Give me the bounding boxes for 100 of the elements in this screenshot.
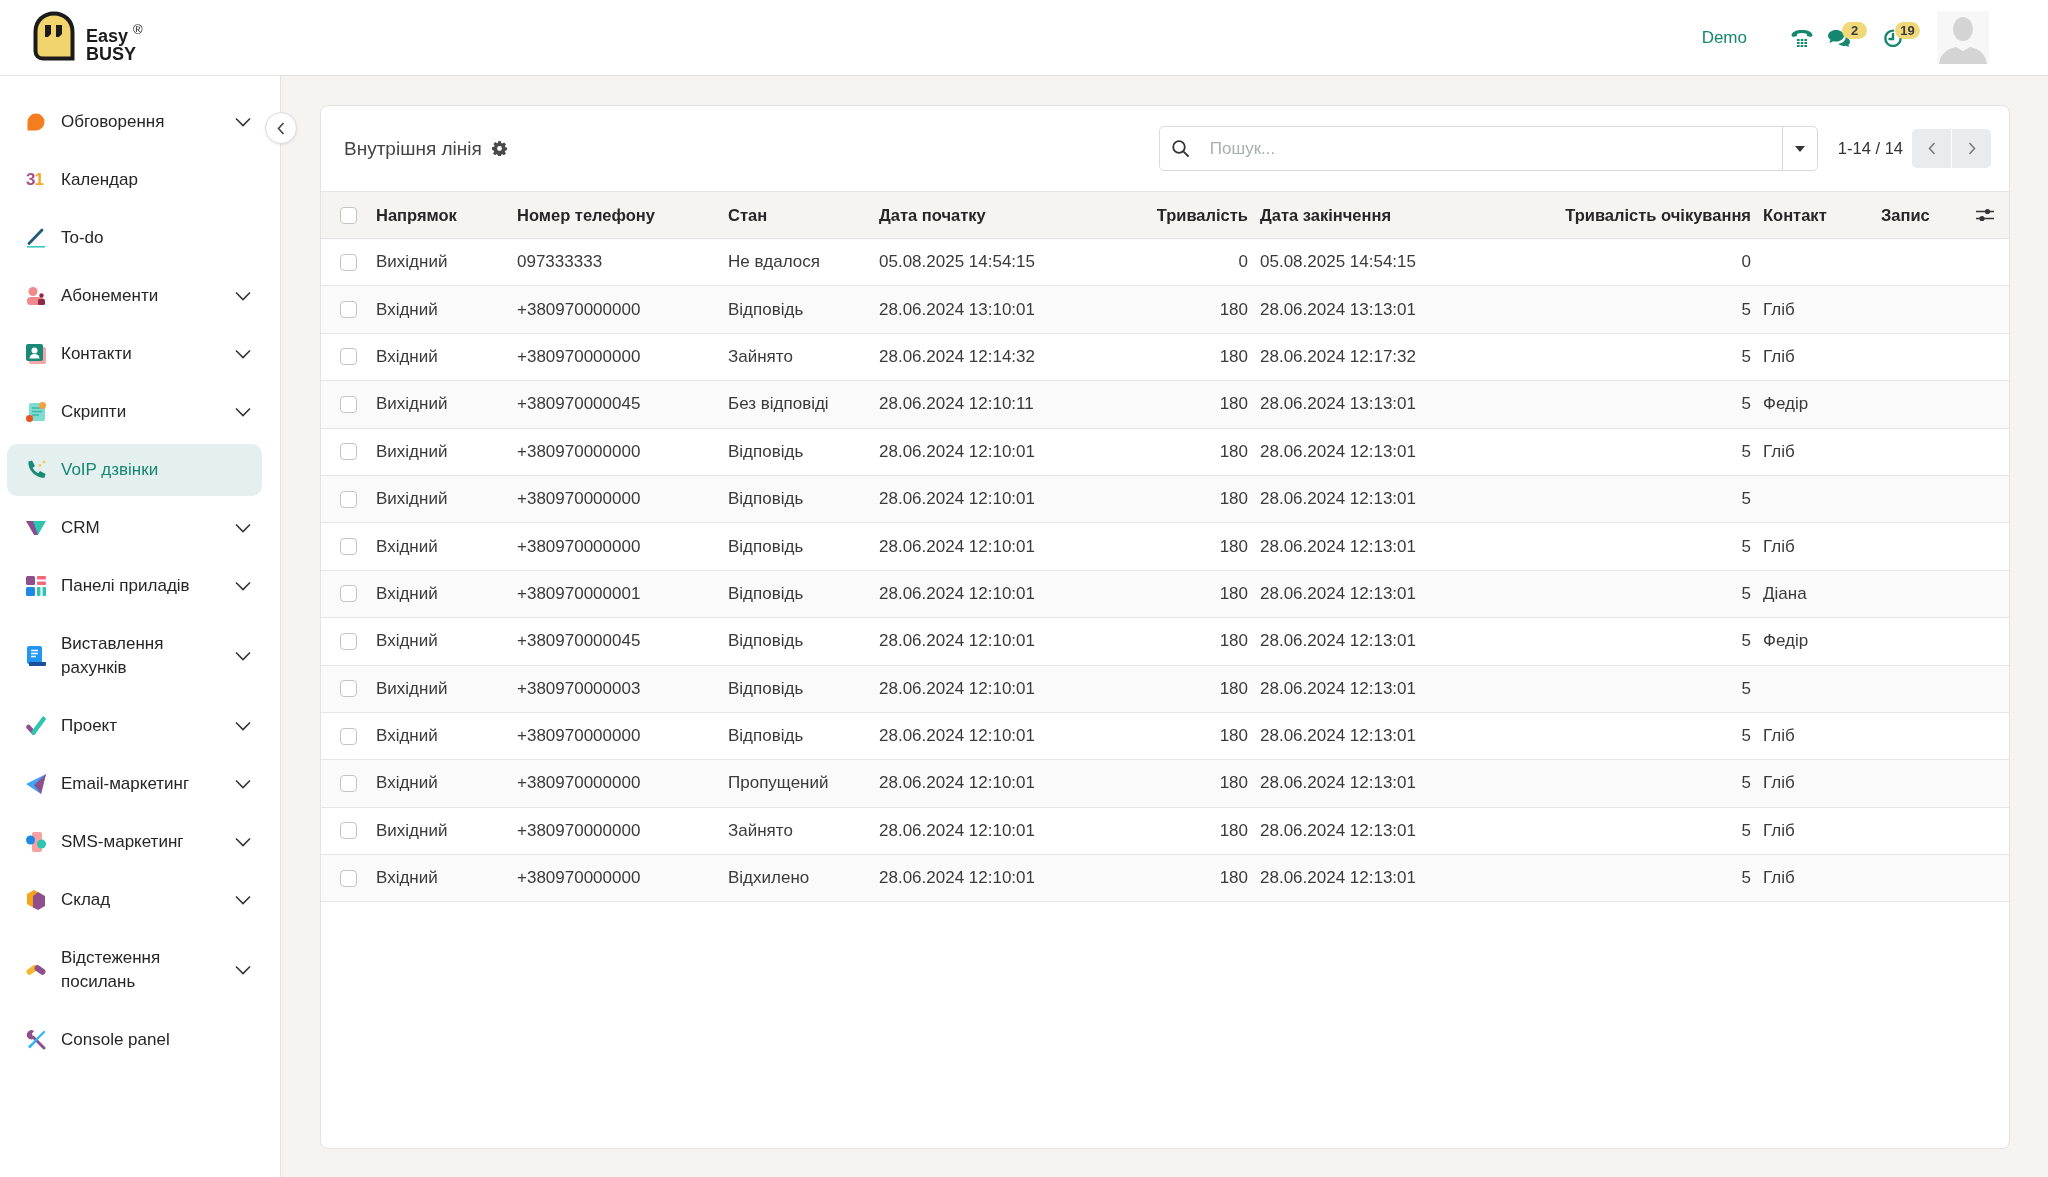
- table-cell: 5: [1537, 285, 1757, 334]
- table-cell: 28.06.2024 12:13:01: [1254, 665, 1537, 713]
- table-cell: 5: [1537, 380, 1757, 429]
- table-cell: 5: [1537, 807, 1757, 855]
- table-cell: +380970000000: [511, 522, 722, 571]
- table-cell: Відповідь: [722, 428, 873, 476]
- sidebar-item[interactable]: Email-маркетинг: [7, 758, 262, 810]
- sidebar-item[interactable]: VoIP дзвінки: [7, 444, 262, 496]
- row-checkbox[interactable]: [340, 443, 357, 461]
- table-cell: Відхилено: [722, 854, 873, 902]
- notification-count: 2: [1842, 21, 1867, 39]
- row-checkbox[interactable]: [340, 680, 357, 698]
- table-cell: 180: [1140, 428, 1254, 476]
- sidebar-item[interactable]: Склад: [7, 874, 262, 926]
- row-checkbox[interactable]: [340, 395, 357, 413]
- chevron-down-icon: [235, 895, 251, 905]
- table-cell: Вихідний: [370, 428, 511, 476]
- column-header: Дата закінчення: [1254, 191, 1537, 239]
- row-checkbox[interactable]: [340, 822, 357, 840]
- table-cell: 28.06.2024 12:10:01: [873, 807, 1140, 855]
- sidebar-item[interactable]: Абонементи: [7, 270, 262, 322]
- table-cell: 28.06.2024 12:10:01: [873, 522, 1140, 571]
- row-checkbox[interactable]: [340, 348, 357, 366]
- row-checkbox[interactable]: [340, 775, 357, 792]
- collapse-sidebar-button[interactable]: [265, 112, 297, 144]
- table-cell: 28.06.2024 12:13:01: [1254, 570, 1537, 618]
- row-checkbox[interactable]: [340, 538, 357, 556]
- row-checkbox[interactable]: [340, 727, 357, 745]
- avatar-icon[interactable]: [1937, 11, 1989, 64]
- search-field[interactable]: Пошук...: [1158, 126, 1818, 171]
- select-all-checkbox[interactable]: [340, 206, 357, 224]
- previous-page-button[interactable]: [1912, 129, 1951, 168]
- desk-phone-icon[interactable]: [1791, 28, 1813, 47]
- row-checkbox[interactable]: [340, 585, 357, 603]
- sidebar-item[interactable]: Виставлення рахунків: [7, 618, 262, 694]
- sidebar-item[interactable]: To-do: [7, 212, 262, 264]
- people-icon: [26, 286, 46, 306]
- sidebar-item[interactable]: Console panel: [7, 1014, 262, 1066]
- sidebar-item[interactable]: 31 Календар: [7, 154, 262, 206]
- column-header: Тривалість очікування: [1537, 191, 1757, 239]
- chat-bubble-icon: [26, 112, 46, 132]
- table-cell: Відповідь: [722, 665, 873, 713]
- table-cell: 28.06.2024 12:13:01: [1254, 759, 1537, 808]
- search-input[interactable]: Пошук...: [1207, 137, 1782, 160]
- table-cell: Вихідний: [370, 380, 511, 429]
- table-cell: 5: [1537, 428, 1757, 476]
- table-cell: Зайнято: [722, 807, 873, 855]
- table-cell: 180: [1140, 475, 1254, 523]
- pagination-label: 1-14 / 14: [1837, 139, 1903, 158]
- table-cell: 28.06.2024 12:10:11: [873, 380, 1140, 429]
- sidebar-item[interactable]: Панелі приладів: [7, 560, 262, 612]
- sliders-icon[interactable]: [1975, 207, 1994, 223]
- next-page-button[interactable]: [1952, 129, 1991, 168]
- contact-card-icon: [26, 344, 46, 364]
- table-cell: +380970000045: [511, 617, 722, 665]
- table-cell: +380970000000: [511, 285, 722, 334]
- table-cell: 28.06.2024 12:10:01: [873, 570, 1140, 618]
- table-cell: Вхідний: [370, 285, 511, 334]
- sidebar-item[interactable]: Контакти: [7, 328, 262, 380]
- sidebar-item[interactable]: Відстеження посилань: [7, 932, 262, 1008]
- column-header: Стан: [722, 191, 873, 239]
- table-cell: 5: [1537, 570, 1757, 618]
- table-cell: +380970000003: [511, 665, 722, 713]
- table-cell: 180: [1140, 380, 1254, 429]
- pen-icon: [26, 228, 46, 248]
- sidebar-item[interactable]: Скрипти: [7, 386, 262, 438]
- wrench-screwdriver-icon: [26, 1030, 46, 1050]
- table-cell: Відповідь: [722, 475, 873, 523]
- table-cell: +380970000000: [511, 428, 722, 476]
- v-shape-icon: [26, 518, 46, 538]
- chat-icon[interactable]: [1828, 28, 1850, 47]
- sidebar-item[interactable]: Проект: [7, 700, 262, 752]
- table-cell: Гліб: [1757, 854, 1875, 902]
- table-cell: Вхідний: [370, 522, 511, 571]
- clock-icon[interactable]: [1883, 28, 1903, 47]
- table-cell: 28.06.2024 12:13:01: [1254, 475, 1537, 523]
- table-cell: +380970000000: [511, 333, 722, 381]
- invoice-icon: [26, 646, 46, 666]
- overlapping-shapes-icon: [26, 832, 46, 852]
- row-checkbox[interactable]: [340, 632, 357, 650]
- notification-count: 19: [1895, 21, 1920, 39]
- table-cell: 5: [1537, 759, 1757, 808]
- table-cell: 180: [1140, 712, 1254, 760]
- table-cell: Гліб: [1757, 428, 1875, 476]
- row-checkbox[interactable]: [340, 301, 357, 319]
- sidebar-item[interactable]: CRM: [7, 502, 262, 554]
- table-cell: Вихідний: [370, 238, 511, 286]
- settings-icon[interactable]: [491, 141, 507, 156]
- row-checkbox[interactable]: [340, 869, 357, 887]
- row-checkbox[interactable]: [340, 490, 357, 508]
- table-cell: 28.06.2024 12:10:01: [873, 475, 1140, 523]
- sidebar-item[interactable]: SMS-маркетинг: [7, 816, 262, 868]
- row-checkbox[interactable]: [340, 253, 357, 271]
- column-header: Запис: [1875, 191, 1960, 239]
- table-cell: 180: [1140, 570, 1254, 618]
- table-cell: 28.06.2024 12:10:01: [873, 428, 1140, 476]
- sidebar-item[interactable]: Обговорення: [7, 96, 262, 148]
- account-link[interactable]: Demo: [1701, 27, 1747, 48]
- table-cell: 05.08.2025 14:54:15: [1254, 238, 1537, 286]
- chevron-down-icon: [235, 651, 251, 661]
